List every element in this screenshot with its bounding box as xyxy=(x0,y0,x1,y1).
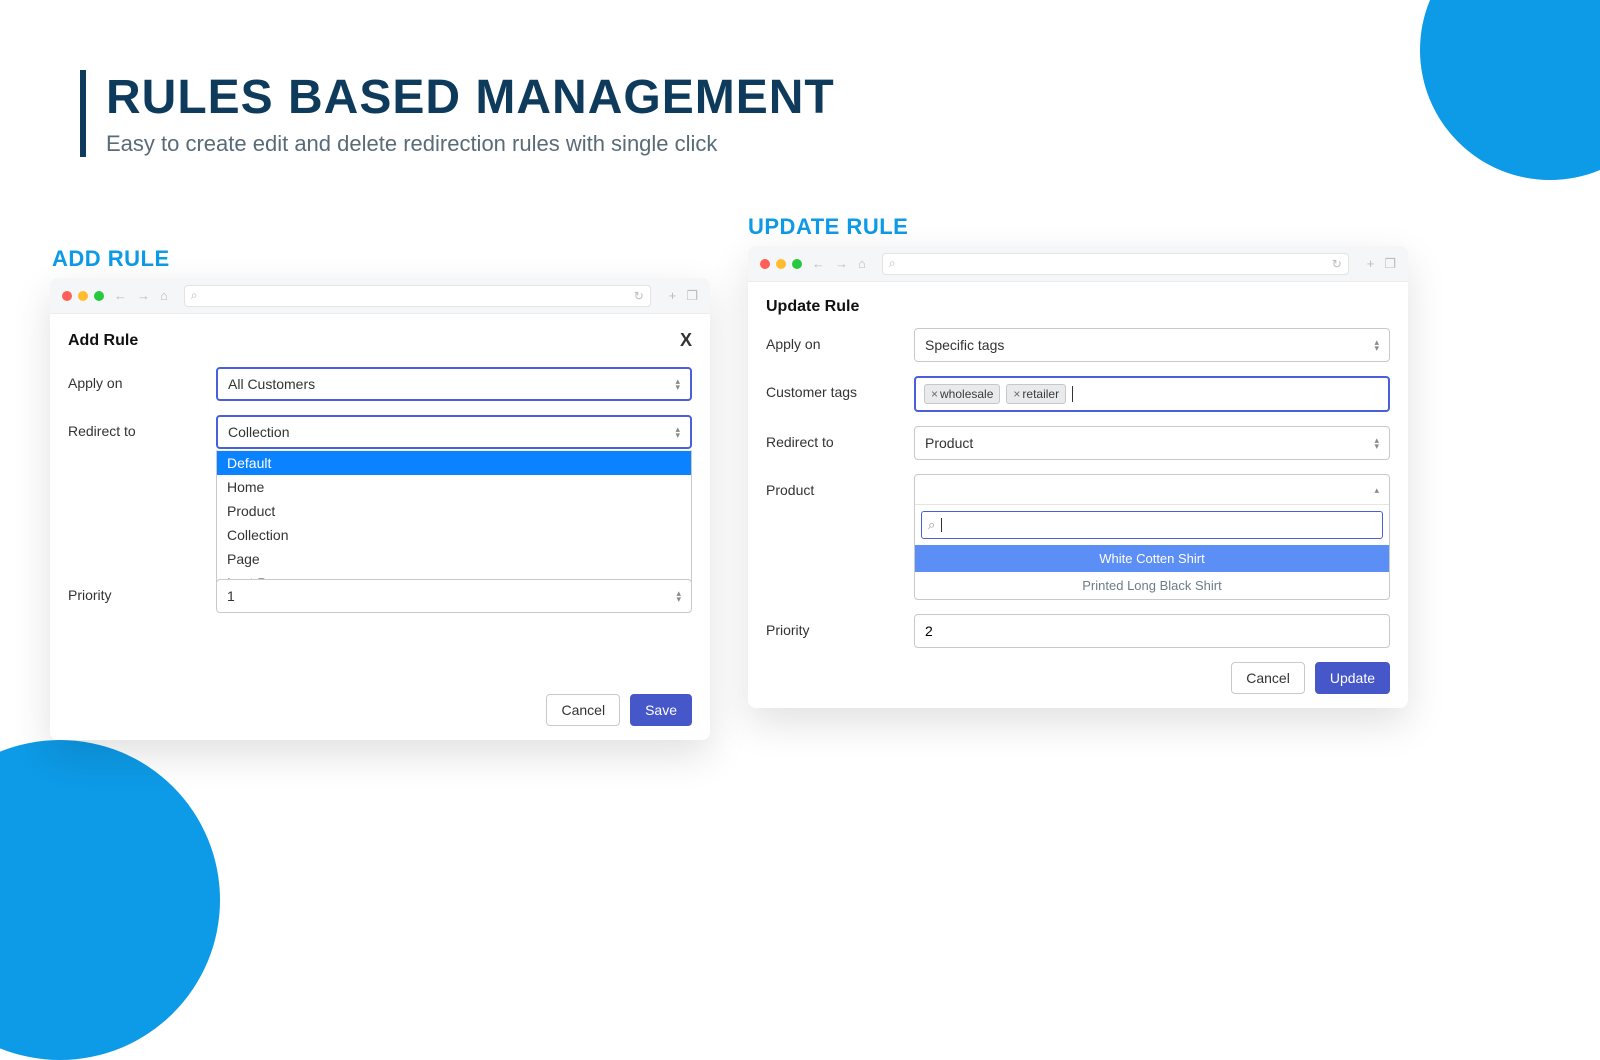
cancel-button[interactable]: Cancel xyxy=(1231,662,1305,694)
page-title: RULES BASED MANAGEMENT xyxy=(106,70,835,125)
minimize-window-icon[interactable] xyxy=(776,259,786,269)
back-icon[interactable]: ← xyxy=(812,256,825,271)
redirect-to-value: Collection xyxy=(228,424,289,440)
chevron-updown-icon: ▴▾ xyxy=(675,378,680,390)
tabs-icon[interactable]: ❐ xyxy=(1384,256,1396,272)
search-icon: ⌕ xyxy=(191,288,198,303)
section-title-add: ADD RULE xyxy=(52,246,170,272)
url-bar[interactable]: ⌕ ↻ xyxy=(184,285,651,307)
priority-value: 2 xyxy=(925,623,933,639)
product-option[interactable]: White Cotten Shirt xyxy=(915,545,1389,572)
apply-on-label: Apply on xyxy=(766,328,914,352)
modal-title: Add Rule xyxy=(68,332,138,350)
refresh-icon[interactable]: ↻ xyxy=(634,289,644,303)
modal-footer: Cancel Save xyxy=(546,694,692,726)
redirect-to-select[interactable]: Collection ▴▾ xyxy=(216,415,692,449)
back-icon[interactable]: ← xyxy=(114,288,127,303)
url-bar[interactable]: ⌕ ↻ xyxy=(882,253,1349,275)
search-icon: ⌕ xyxy=(928,517,935,533)
forward-icon[interactable]: → xyxy=(137,288,150,303)
modal-title: Update Rule xyxy=(766,298,859,316)
remove-tag-icon[interactable]: × xyxy=(931,387,938,401)
priority-value: 1 xyxy=(227,588,235,604)
browser-chrome: ← → ⌂ ⌕ ↻ + ❐ xyxy=(748,246,1408,282)
update-button[interactable]: Update xyxy=(1315,662,1390,694)
remove-tag-icon[interactable]: × xyxy=(1013,387,1020,401)
maximize-window-icon[interactable] xyxy=(792,259,802,269)
customer-tags-input[interactable]: ×wholesale ×retailer xyxy=(914,376,1390,412)
section-title-update: UPDATE RULE xyxy=(748,214,908,240)
chevron-updown-icon: ▴▾ xyxy=(1374,339,1379,351)
dropdown-option[interactable]: Collection xyxy=(217,523,691,547)
traffic-lights xyxy=(62,291,104,301)
save-button[interactable]: Save xyxy=(630,694,692,726)
text-cursor xyxy=(1072,386,1073,402)
decorative-blob-bottom-left xyxy=(0,740,220,1060)
chevron-updown-icon: ▴▾ xyxy=(675,426,680,438)
close-window-icon[interactable] xyxy=(760,259,770,269)
home-icon[interactable]: ⌂ xyxy=(160,288,168,303)
product-label: Product xyxy=(766,474,914,498)
redirect-to-label: Redirect to xyxy=(766,426,914,450)
priority-label: Priority xyxy=(766,614,914,638)
redirect-to-value: Product xyxy=(925,435,973,451)
browser-chrome: ← → ⌂ ⌕ ↻ + ❐ xyxy=(50,278,710,314)
modal-header: Update Rule xyxy=(748,282,1408,318)
dropdown-option[interactable]: Product xyxy=(217,499,691,523)
new-tab-icon[interactable]: + xyxy=(669,288,677,303)
priority-label: Priority xyxy=(68,579,216,603)
add-rule-window: ← → ⌂ ⌕ ↻ + ❐ Add Rule X Apply on All Cu… xyxy=(50,278,710,740)
product-option[interactable]: Printed Long Black Shirt xyxy=(915,572,1389,599)
apply-on-select[interactable]: All Customers ▴▾ xyxy=(216,367,692,401)
home-icon[interactable]: ⌂ xyxy=(858,256,866,271)
product-select[interactable]: ▴ ⌕ White Cotten Shirt Printed Long Blac… xyxy=(914,474,1390,600)
priority-input[interactable]: 2 xyxy=(914,614,1390,648)
chevron-updown-icon: ▴▾ xyxy=(1374,437,1379,449)
dropdown-option[interactable]: Page xyxy=(217,547,691,571)
modal-footer: Cancel Update xyxy=(1231,662,1390,694)
decorative-blob-top-right xyxy=(1420,0,1600,180)
customer-tags-label: Customer tags xyxy=(766,376,914,400)
redirect-to-label: Redirect to xyxy=(68,415,216,439)
apply-on-value: All Customers xyxy=(228,376,315,392)
forward-icon[interactable]: → xyxy=(835,256,848,271)
update-rule-form: Apply on Specific tags ▴▾ Customer tags … xyxy=(748,318,1408,648)
apply-on-select[interactable]: Specific tags ▴▾ xyxy=(914,328,1390,362)
redirect-to-dropdown: Default Home Product Collection Page Las… xyxy=(216,450,692,596)
close-window-icon[interactable] xyxy=(62,291,72,301)
dropdown-option[interactable]: Home xyxy=(217,475,691,499)
new-tab-icon[interactable]: + xyxy=(1367,256,1375,271)
dropdown-option[interactable]: Default xyxy=(217,451,691,475)
refresh-icon[interactable]: ↻ xyxy=(1332,257,1342,271)
page-subtitle: Easy to create edit and delete redirecti… xyxy=(106,131,835,157)
tabs-icon[interactable]: ❐ xyxy=(686,288,698,304)
tag-chip[interactable]: ×retailer xyxy=(1006,384,1066,404)
tag-chip[interactable]: ×wholesale xyxy=(924,384,1000,404)
cancel-button[interactable]: Cancel xyxy=(546,694,620,726)
product-search-input[interactable]: ⌕ xyxy=(921,511,1383,539)
text-cursor xyxy=(941,518,942,532)
apply-on-label: Apply on xyxy=(68,367,216,391)
chevron-up-icon: ▴ xyxy=(1374,486,1379,494)
close-icon[interactable]: X xyxy=(680,330,692,351)
page-header: RULES BASED MANAGEMENT Easy to create ed… xyxy=(80,70,835,157)
minimize-window-icon[interactable] xyxy=(78,291,88,301)
priority-select[interactable]: 1 ▴▾ xyxy=(216,579,692,613)
maximize-window-icon[interactable] xyxy=(94,291,104,301)
modal-header: Add Rule X xyxy=(50,314,710,357)
search-icon: ⌕ xyxy=(889,256,896,271)
redirect-to-select[interactable]: Product ▴▾ xyxy=(914,426,1390,460)
traffic-lights xyxy=(760,259,802,269)
update-rule-window: ← → ⌂ ⌕ ↻ + ❐ Update Rule Apply on Speci… xyxy=(748,246,1408,708)
apply-on-value: Specific tags xyxy=(925,337,1004,353)
chevron-updown-icon: ▴▾ xyxy=(676,590,681,602)
add-rule-form: Apply on All Customers ▴▾ Redirect to Co… xyxy=(50,357,710,613)
